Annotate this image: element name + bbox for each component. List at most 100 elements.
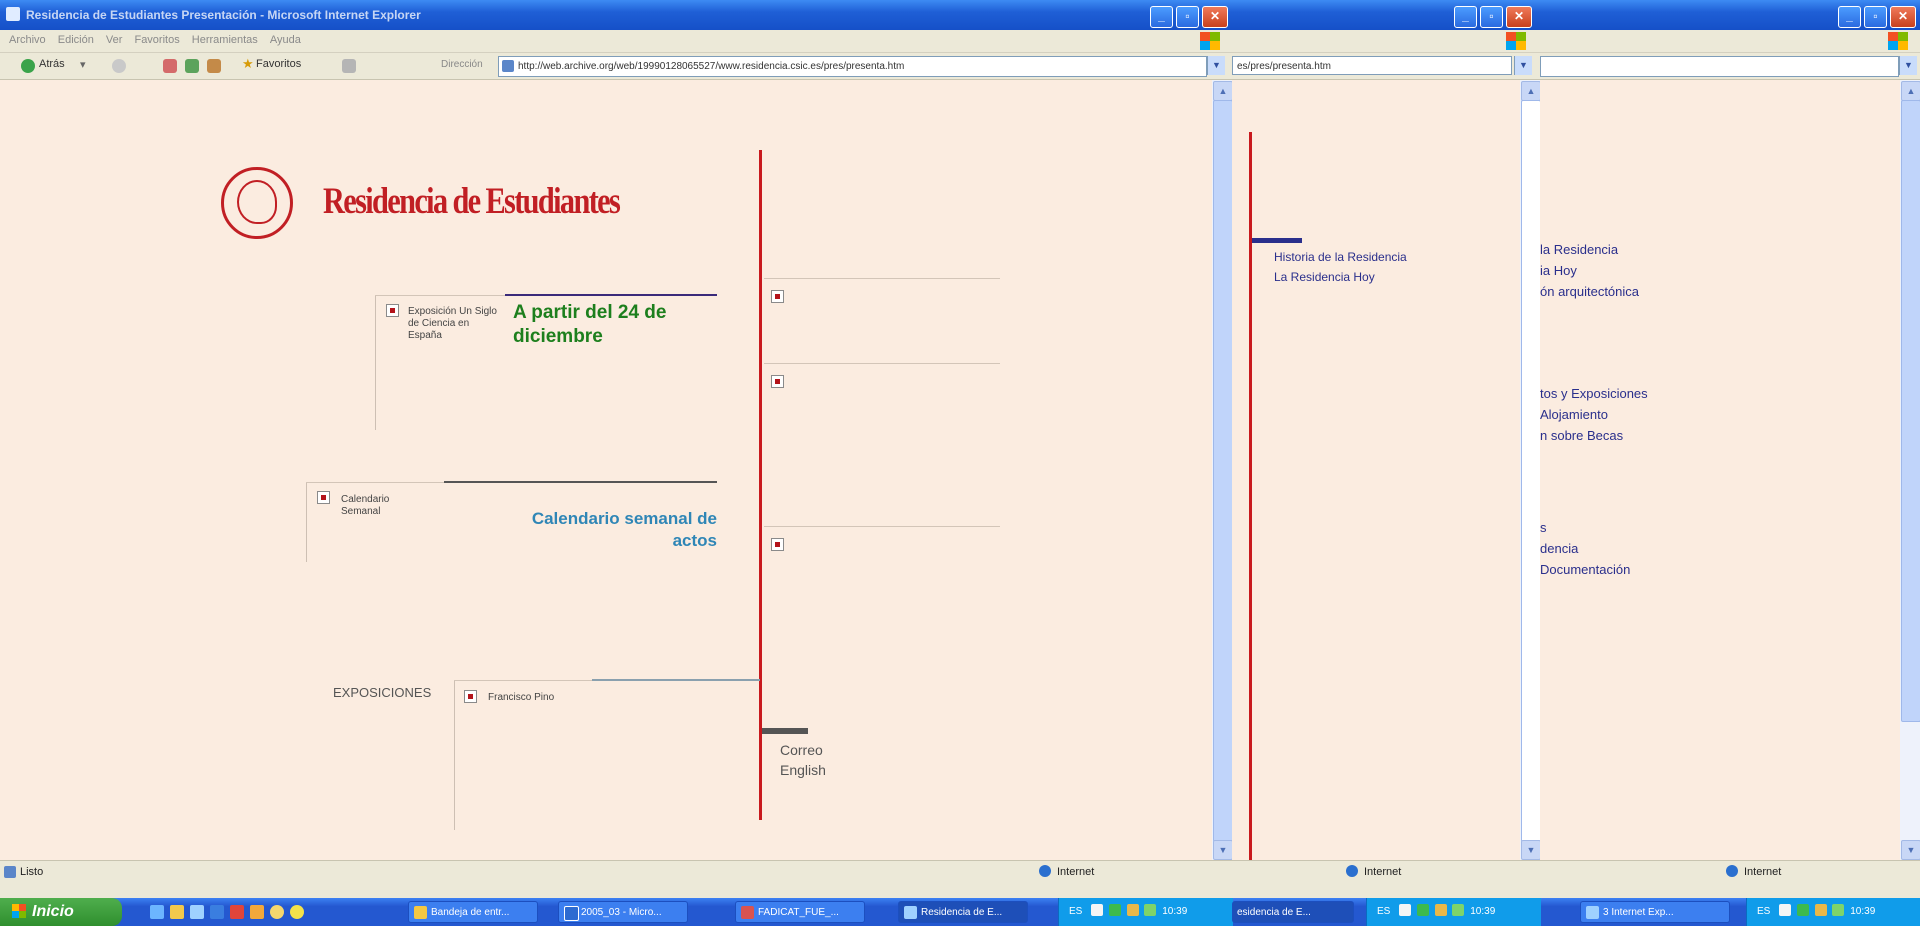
language-indicator[interactable]: ES	[1757, 906, 1770, 917]
english-link[interactable]: English	[780, 760, 826, 780]
stop-icon[interactable]	[163, 59, 177, 73]
quicklaunch-word-icon[interactable]	[210, 905, 224, 919]
menu-favoritos[interactable]: Favoritos	[134, 34, 179, 46]
tray-icon[interactable]	[1779, 904, 1792, 916]
address-dropdown-icon[interactable]: ▼	[1899, 56, 1917, 75]
scroll-thumb[interactable]	[1213, 100, 1232, 842]
print-icon[interactable]	[342, 59, 356, 73]
menu-herramientas[interactable]: Herramientas	[192, 34, 258, 46]
scroll-up-icon[interactable]: ▲	[1213, 81, 1232, 101]
tray-icon[interactable]	[1434, 904, 1447, 916]
start-button[interactable]: Inicio	[0, 898, 122, 926]
nav-link[interactable]: ia Hoy	[1540, 260, 1577, 281]
scroll-up-icon[interactable]: ▲	[1901, 81, 1920, 101]
quicklaunch-app-icon[interactable]	[270, 905, 284, 919]
broken-image-icon[interactable]	[317, 491, 330, 504]
pino-image-alt[interactable]: Francisco Pino	[488, 692, 588, 704]
quicklaunch-folder-icon[interactable]	[250, 905, 264, 919]
language-indicator[interactable]: ES	[1377, 906, 1390, 917]
nav-link[interactable]: Alojamiento	[1540, 404, 1608, 425]
task-fadicat[interactable]: FADICAT_FUE_...	[735, 901, 865, 923]
back-button[interactable]: Atrás	[39, 58, 65, 70]
quicklaunch-app-icon[interactable]	[290, 905, 304, 919]
address-dropdown-icon[interactable]: ▼	[1207, 56, 1225, 75]
ie-app-icon[interactable]	[6, 7, 20, 21]
calendar-headline[interactable]: Calendario semanal de actos	[497, 508, 717, 552]
menu-edicion[interactable]: Edición	[58, 34, 94, 46]
back-arrow-icon[interactable]	[21, 59, 35, 73]
nav-link-residencia-hoy[interactable]: La Residencia Hoy	[1274, 267, 1375, 287]
language-indicator[interactable]: ES	[1069, 906, 1082, 917]
task-internet-explorer-group[interactable]: 3 Internet Exp...	[1580, 901, 1730, 923]
tray-icon[interactable]	[1796, 904, 1809, 916]
title-bar[interactable]: _ ▫ ✕	[1232, 0, 1540, 30]
scroll-down-icon[interactable]: ▼	[1213, 840, 1232, 860]
title-bar[interactable]: Residencia de Estudiantes Presentación -…	[0, 0, 1232, 30]
quicklaunch-desktop-icon[interactable]	[190, 905, 204, 919]
nav-link[interactable]: s	[1540, 517, 1547, 538]
address-field[interactable]	[1540, 56, 1899, 77]
nav-link-historia[interactable]: Historia de la Residencia	[1274, 247, 1407, 267]
quicklaunch-app-icon[interactable]	[230, 905, 244, 919]
favorites-button[interactable]: Favoritos	[256, 58, 301, 70]
tray-icon[interactable]	[1832, 904, 1845, 916]
expo-image-alt[interactable]: Exposición Un Siglo de Ciencia en España	[408, 306, 503, 342]
nav-link[interactable]: ón arquitectónica	[1540, 281, 1639, 302]
tray-icon[interactable]	[1144, 904, 1157, 916]
task-residencia[interactable]: esidencia de E...	[1232, 901, 1354, 923]
tray-icon[interactable]	[1108, 904, 1121, 916]
broken-image-icon[interactable]	[771, 538, 784, 551]
broken-image-icon[interactable]	[771, 375, 784, 388]
broken-image-icon[interactable]	[464, 690, 477, 703]
minimize-button[interactable]: _	[1838, 6, 1861, 28]
quicklaunch-folder-icon[interactable]	[170, 905, 184, 919]
tray-icon[interactable]	[1091, 904, 1104, 916]
broken-image-icon[interactable]	[771, 290, 784, 303]
maximize-button[interactable]: ▫	[1480, 6, 1503, 28]
broken-image-icon[interactable]	[386, 304, 399, 317]
vertical-scrollbar[interactable]: ▲ ▼	[1520, 80, 1540, 860]
menu-archivo[interactable]: Archivo	[9, 34, 46, 46]
close-button[interactable]: ✕	[1202, 6, 1228, 28]
tray-icon[interactable]	[1814, 904, 1827, 916]
vertical-scrollbar[interactable]: ▲ ▼	[1212, 80, 1232, 860]
forward-arrow-icon[interactable]	[112, 59, 126, 73]
tray-icon[interactable]	[1399, 904, 1412, 916]
task-residencia[interactable]: Residencia de E...	[898, 901, 1028, 923]
scroll-thumb[interactable]	[1521, 100, 1540, 842]
home-icon[interactable]	[207, 59, 221, 73]
correo-link[interactable]: Correo	[780, 740, 823, 760]
scroll-thumb[interactable]	[1901, 100, 1920, 722]
tray-icon[interactable]	[1416, 904, 1429, 916]
scroll-down-icon[interactable]: ▼	[1521, 840, 1540, 860]
address-dropdown-icon[interactable]: ▼	[1514, 56, 1532, 75]
close-button[interactable]: ✕	[1506, 6, 1532, 28]
nav-link[interactable]: n sobre Becas	[1540, 425, 1623, 446]
minimize-button[interactable]: _	[1454, 6, 1477, 28]
nav-link[interactable]: Documentación	[1540, 559, 1630, 580]
address-field[interactable]: http://web.archive.org/web/1999012806552…	[498, 56, 1207, 77]
close-button[interactable]: ✕	[1890, 6, 1916, 28]
address-field[interactable]: es/pres/presenta.htm	[1232, 56, 1512, 75]
title-bar[interactable]: _ ▫ ✕	[1540, 0, 1920, 30]
menu-ver[interactable]: Ver	[106, 34, 123, 46]
back-dropdown-icon[interactable]: ▾	[80, 58, 86, 71]
minimize-button[interactable]: _	[1150, 6, 1173, 28]
calendar-image-alt[interactable]: Calendario Semanal	[341, 494, 411, 518]
tray-icon[interactable]	[1126, 904, 1139, 916]
nav-link[interactable]: la Residencia	[1540, 239, 1618, 260]
quicklaunch-ie-icon[interactable]	[150, 905, 164, 919]
expo-headline[interactable]: A partir del 24 de diciembre	[513, 301, 713, 349]
scroll-up-icon[interactable]: ▲	[1521, 81, 1540, 101]
refresh-icon[interactable]	[185, 59, 199, 73]
maximize-button[interactable]: ▫	[1864, 6, 1887, 28]
menu-ayuda[interactable]: Ayuda	[270, 34, 301, 46]
maximize-button[interactable]: ▫	[1176, 6, 1199, 28]
task-bandeja[interactable]: Bandeja de entr...	[408, 901, 538, 923]
tray-icon[interactable]	[1452, 904, 1465, 916]
nav-link[interactable]: tos y Exposiciones	[1540, 383, 1648, 404]
vertical-scrollbar[interactable]: ▲ ▼	[1900, 80, 1920, 860]
scroll-down-icon[interactable]: ▼	[1901, 840, 1920, 860]
nav-link[interactable]: dencia	[1540, 538, 1578, 559]
task-word-doc[interactable]: 2005_03 - Micro...	[558, 901, 688, 923]
